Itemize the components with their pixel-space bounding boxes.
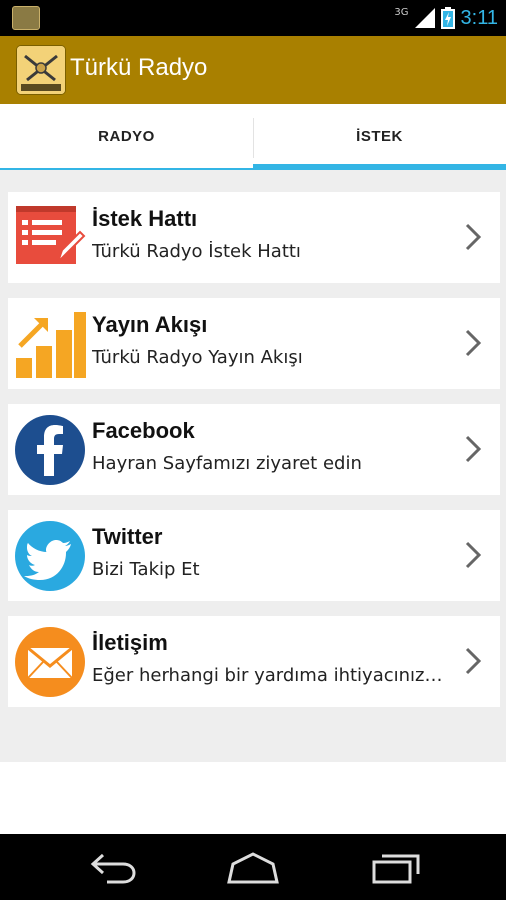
chevron-right-icon: [465, 435, 482, 463]
app-logo-icon[interactable]: [16, 45, 66, 95]
list-item-subtitle: Bizi Takip Et: [92, 559, 200, 580]
list-item-yayin-akisi[interactable]: Yayın Akışı Türkü Radyo Yayın Akışı: [8, 298, 500, 389]
facebook-icon: [15, 415, 85, 485]
home-icon[interactable]: [225, 850, 281, 886]
tab-bar: RADYO İSTEK: [0, 104, 506, 170]
navigation-bar: [0, 834, 506, 900]
list-item-istek-hatti[interactable]: İstek Hattı Türkü Radyo İstek Hattı: [8, 192, 500, 283]
list-item-title: İstek Hattı: [92, 206, 198, 231]
chevron-right-icon: [465, 329, 482, 357]
status-bar: 3G 3:11: [0, 0, 506, 36]
app-title: Türkü Radyo: [70, 54, 208, 81]
bar-chart-icon: [16, 312, 86, 378]
clock: 3:11: [460, 6, 498, 29]
network-type-label: 3G: [394, 6, 409, 18]
chevron-right-icon: [465, 541, 482, 569]
tab-indicator-active: [253, 164, 506, 170]
menu-list: İstek Hattı Türkü Radyo İstek Hattı Yayı…: [8, 192, 500, 722]
battery-icon: [440, 7, 455, 29]
list-item-title: Facebook: [92, 418, 195, 443]
mail-icon: [15, 627, 85, 697]
list-item-iletisim[interactable]: İletişim Eğer herhangi bir yardıma ihtiy…: [8, 616, 500, 707]
signal-icon: [414, 8, 435, 28]
list-item-title: Yayın Akışı: [92, 312, 208, 337]
tab-radyo[interactable]: RADYO: [0, 104, 253, 170]
list-item-subtitle: Eğer herhangi bir yardıma ihtiyacınız ol…: [92, 665, 444, 686]
tab-label: İSTEK: [356, 128, 403, 145]
request-form-icon: [16, 206, 86, 264]
status-icons: 3G 3:11: [394, 4, 498, 32]
tab-istek[interactable]: İSTEK: [253, 104, 506, 170]
list-item-subtitle: Hayran Sayfamızı ziyaret edin: [92, 453, 362, 474]
twitter-icon: [15, 521, 85, 591]
list-item-title: İletişim: [92, 630, 168, 655]
list-item-subtitle: Türkü Radyo Yayın Akışı: [92, 347, 303, 368]
recent-apps-icon[interactable]: [368, 850, 424, 886]
tab-indicator: [0, 168, 253, 170]
list-item-title: Twitter: [92, 524, 163, 549]
content-footer-area: [0, 762, 506, 834]
tab-label: RADYO: [98, 128, 155, 145]
list-item-subtitle: Türkü Radyo İstek Hattı: [92, 241, 301, 262]
action-bar: Türkü Radyo: [0, 36, 506, 104]
chevron-right-icon: [465, 223, 482, 251]
list-item-twitter[interactable]: Twitter Bizi Takip Et: [8, 510, 500, 601]
back-icon[interactable]: [85, 850, 141, 886]
tab-divider: [253, 118, 254, 158]
chevron-right-icon: [465, 647, 482, 675]
list-item-facebook[interactable]: Facebook Hayran Sayfamızı ziyaret edin: [8, 404, 500, 495]
notification-app-icon: [12, 6, 40, 30]
